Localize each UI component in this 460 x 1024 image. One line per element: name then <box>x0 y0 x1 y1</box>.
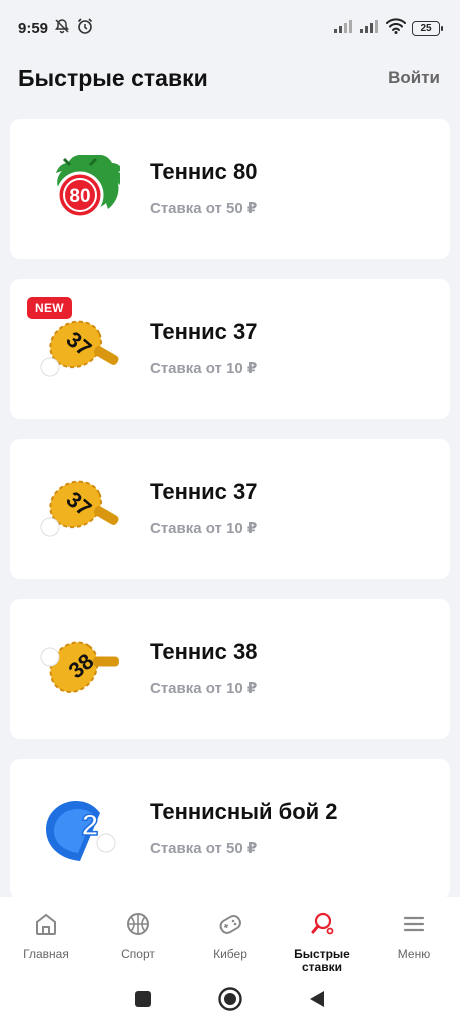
header: Быстрые ставки Войти <box>0 56 460 100</box>
nav-quick-bets[interactable]: Быстрые ставки <box>276 897 368 974</box>
card-text: Теннис 38 Ставка от 10 ₽ <box>150 639 258 697</box>
card-text: Теннисный бой 2 Ставка от 50 ₽ <box>150 799 338 857</box>
nav-cyber[interactable]: Кибер <box>184 897 276 973</box>
signal-icon <box>334 19 354 37</box>
card-text: Теннис 37 Ставка от 10 ₽ <box>150 479 258 537</box>
tennis-racket-icon: 37 <box>40 309 120 389</box>
hamburger-icon <box>401 911 427 942</box>
status-time: 9:59 <box>18 19 49 37</box>
game-card-tennis-80[interactable]: 80 Теннис 80 Ставка от 50 ₽ <box>10 119 450 259</box>
card-text: Теннис 37 Ставка от 10 ₽ <box>150 319 258 377</box>
page-title: Быстрые ставки <box>18 64 208 91</box>
game-card-tennis-37-new[interactable]: NEW 37 Теннис 37 Ставка от 10 ₽ <box>10 279 450 419</box>
nav-home[interactable]: Главная <box>0 897 92 973</box>
battery-level: 25 <box>420 22 432 34</box>
game-title: Теннисный бой 2 <box>150 799 338 824</box>
battery-icon: 25 <box>412 20 443 36</box>
svg-text:80: 80 <box>69 186 90 207</box>
tennis-80-dragon-icon: 80 <box>40 149 124 229</box>
signal-2-icon <box>360 19 380 37</box>
alarm-clock-icon <box>76 17 94 39</box>
recent-apps-button[interactable] <box>128 984 158 1014</box>
min-bet: Ставка от 50 ₽ <box>150 840 258 857</box>
gamepad-icon <box>217 911 243 942</box>
min-bet: Ставка от 50 ₽ <box>150 200 258 217</box>
nav-label: Меню <box>397 947 431 961</box>
game-title: Теннис 80 <box>150 159 258 184</box>
bell-muted-icon <box>54 18 70 38</box>
card-text: Теннис 80 Ставка от 50 ₽ <box>150 159 258 217</box>
min-bet: Ставка от 10 ₽ <box>150 360 258 377</box>
min-bet: Ставка от 10 ₽ <box>150 520 258 537</box>
game-card-tennis-37[interactable]: 37 Теннис 37 Ставка от 10 ₽ <box>10 439 450 579</box>
status-bar: 9:59 25 <box>0 0 460 56</box>
login-button[interactable]: Войти <box>388 68 440 88</box>
svg-text:2: 2 <box>82 809 99 842</box>
nav-label: Быстрые ставки <box>294 947 350 974</box>
game-title: Теннис 37 <box>150 319 258 344</box>
game-title: Теннис 38 <box>150 639 258 664</box>
square-icon <box>135 990 152 1007</box>
wifi-icon <box>386 18 406 38</box>
tennis-racket-icon: 38 <box>40 629 120 709</box>
ping-pong-icon <box>309 911 335 942</box>
home-system-button[interactable] <box>215 984 245 1014</box>
nav-label: Кибер <box>213 947 247 961</box>
nav-sport[interactable]: Спорт <box>92 897 184 973</box>
game-list: 80 Теннис 80 Ставка от 50 ₽ NEW 37 Тенни… <box>10 119 450 919</box>
circle-icon <box>218 986 242 1011</box>
basketball-icon <box>125 911 151 942</box>
nav-label: Главная <box>23 947 69 961</box>
game-card-tennis-battle-2[interactable]: 2 Теннисный бой 2 Ставка от 50 ₽ <box>10 759 450 899</box>
min-bet: Ставка от 10 ₽ <box>150 680 258 697</box>
nav-menu[interactable]: Меню <box>368 897 460 973</box>
game-title: Теннис 37 <box>150 479 258 504</box>
nav-label: Спорт <box>121 947 155 961</box>
tennis-racket-icon: 37 <box>40 469 120 549</box>
status-right: 25 <box>334 18 443 38</box>
game-card-tennis-38[interactable]: 38 Теннис 38 Ставка от 10 ₽ <box>10 599 450 739</box>
bottom-nav: Главная Спорт Кибер Быстрые ставки Меню <box>0 897 460 974</box>
back-triangle-icon <box>309 990 324 1007</box>
tennis-battle-icon: 2 <box>40 789 120 869</box>
back-button[interactable] <box>302 984 332 1014</box>
home-icon <box>33 911 59 942</box>
status-left: 9:59 <box>18 17 94 39</box>
system-nav-bar <box>0 973 460 1024</box>
